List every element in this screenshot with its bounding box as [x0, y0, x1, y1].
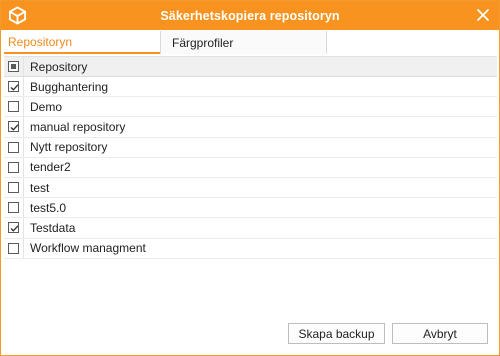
- tab-spacer: [327, 31, 497, 54]
- row-checkbox[interactable]: [8, 141, 19, 153]
- repository-name: Testdata: [30, 220, 76, 235]
- tab-repositoryn[interactable]: Repositoryn: [4, 31, 160, 54]
- tab-fargprofiler[interactable]: Färgprofiler: [160, 31, 327, 54]
- checkmark-icon: [10, 84, 19, 91]
- title-bar[interactable]: Säkerhetskopiera repositoryn: [1, 1, 499, 30]
- create-backup-button[interactable]: Skapa backup: [288, 323, 385, 344]
- table-header: Repository: [4, 56, 497, 77]
- repository-name: Workflow managment: [30, 241, 146, 256]
- table-row[interactable]: Demo: [4, 97, 497, 118]
- row-checkbox[interactable]: [8, 202, 19, 214]
- checkbox-cell: [4, 97, 24, 117]
- table-row[interactable]: tender2: [4, 157, 497, 178]
- tab-bar: Repositoryn Färgprofiler: [4, 31, 497, 54]
- tab-label: Repositoryn: [8, 34, 73, 49]
- table-row[interactable]: test5.0: [4, 198, 497, 219]
- cube-icon: [8, 6, 27, 25]
- table-row[interactable]: Nytt repository: [4, 137, 497, 158]
- table-body: Bugghantering Demo manual repository Nytt r…: [4, 77, 497, 259]
- checkbox-cell: [4, 77, 24, 97]
- checkmark-icon: [10, 225, 19, 233]
- checkbox-cell: [4, 198, 24, 218]
- row-checkbox[interactable]: [8, 242, 19, 254]
- backup-dialog: Säkerhetskopiera repositoryn Repositoryn…: [0, 0, 500, 356]
- row-checkbox[interactable]: [8, 182, 19, 194]
- select-all-cell: [4, 57, 24, 76]
- row-checkbox[interactable]: [8, 101, 19, 113]
- checkbox-cell: [4, 238, 24, 258]
- checkbox-cell: [4, 218, 24, 238]
- column-header-repository[interactable]: Repository: [24, 60, 87, 74]
- repository-name: test5.0: [30, 200, 67, 215]
- tab-label: Färgprofiler: [172, 35, 234, 50]
- table-row[interactable]: Workflow managment: [4, 238, 497, 259]
- repository-name: test: [30, 180, 50, 195]
- row-checkbox[interactable]: [8, 222, 19, 234]
- checkmark-icon: [10, 124, 19, 132]
- repository-name: Bugghantering: [30, 79, 109, 94]
- select-all-checkbox[interactable]: [8, 61, 19, 72]
- checkbox-cell: [4, 137, 24, 157]
- cancel-button[interactable]: Avbryt: [392, 323, 488, 344]
- table-row[interactable]: test: [4, 177, 497, 199]
- row-checkbox[interactable]: [8, 161, 19, 173]
- window-title: Säkerhetskopiera repositoryn: [160, 8, 340, 23]
- close-icon[interactable]: [476, 8, 490, 22]
- row-checkbox[interactable]: [8, 121, 19, 133]
- table-row[interactable]: Bugghantering: [4, 77, 497, 98]
- table-row[interactable]: Testdata: [4, 218, 497, 239]
- checkbox-cell: [4, 157, 24, 177]
- repository-name: Demo: [30, 99, 63, 114]
- table-row[interactable]: manual repository: [4, 117, 497, 138]
- checkbox-cell: [4, 177, 24, 198]
- repository-name: Nytt repository: [30, 140, 108, 155]
- repository-table: Repository Bugghantering Demo manual repos…: [4, 56, 497, 259]
- checkbox-cell: [4, 117, 24, 137]
- row-checkbox[interactable]: [8, 81, 19, 93]
- repository-name: tender2: [30, 160, 71, 175]
- repository-name: manual repository: [30, 119, 126, 134]
